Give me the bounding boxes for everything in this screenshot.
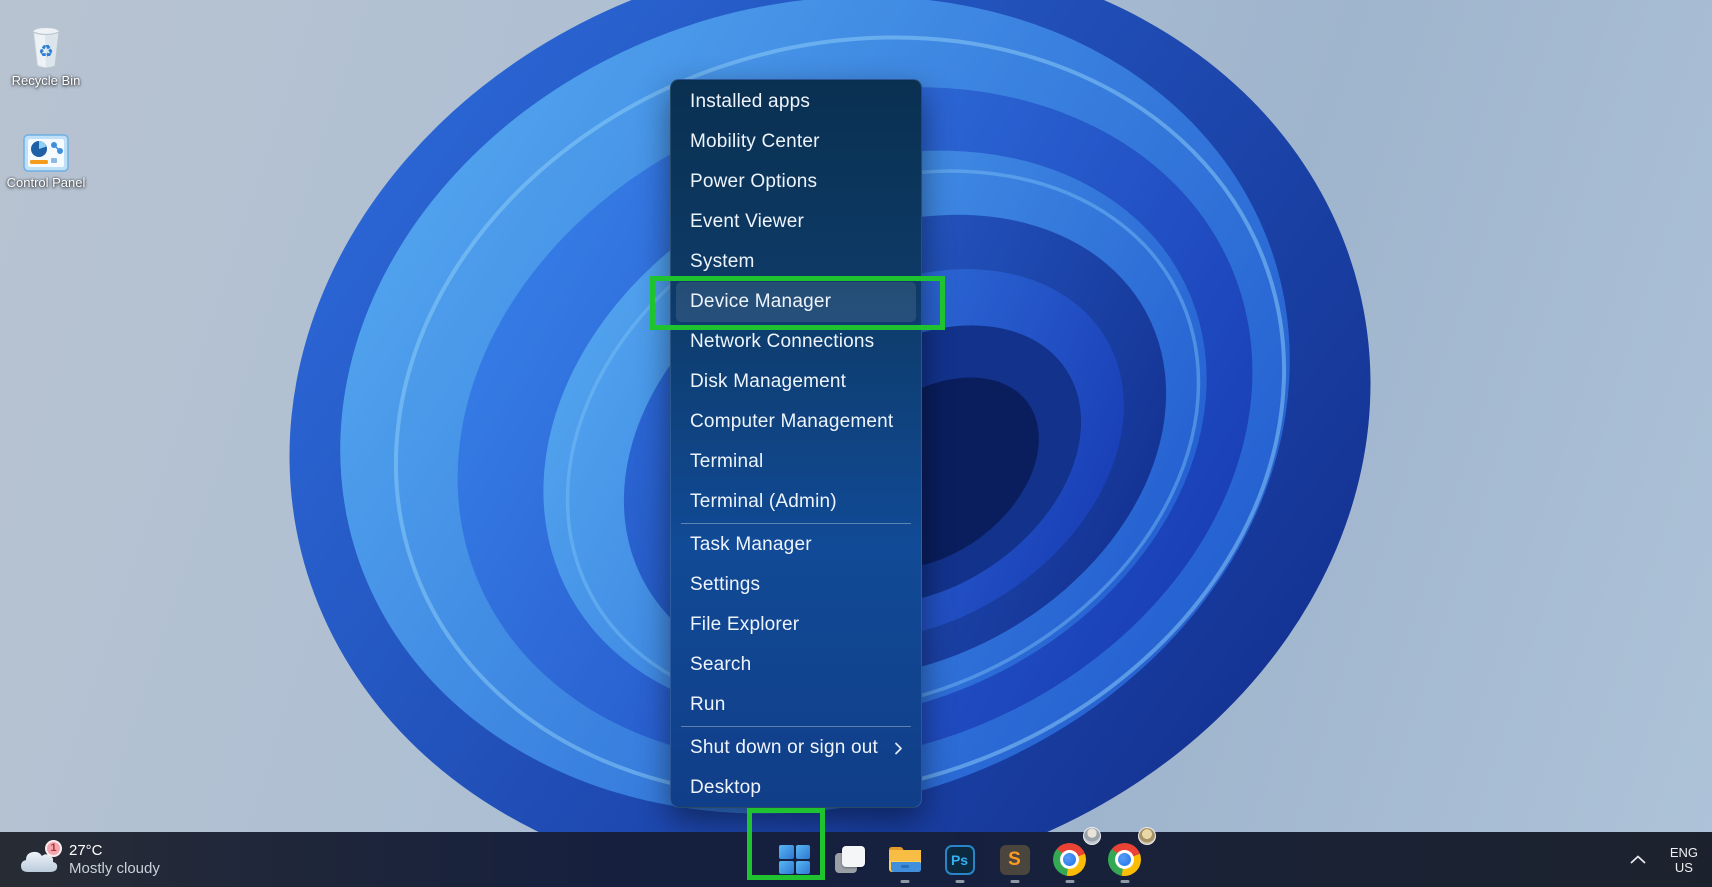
start-button[interactable] — [767, 832, 822, 887]
weather-widget[interactable]: 1 27°C Mostly cloudy — [10, 832, 168, 887]
menu-separator — [681, 726, 911, 727]
chrome-icon — [1053, 843, 1086, 876]
desktop-icon-recycle-bin[interactable]: ♻ Recycle Bin — [0, 24, 94, 88]
menu-item-disk-management[interactable]: Disk Management — [676, 362, 916, 402]
menu-item-terminal-admin[interactable]: Terminal (Admin) — [676, 482, 916, 522]
menu-item-terminal[interactable]: Terminal — [676, 442, 916, 482]
running-indicator — [900, 880, 909, 883]
menu-item-label: Shut down or sign out — [690, 737, 878, 758]
menu-item-mobility-center[interactable]: Mobility Center — [676, 122, 916, 162]
system-tray: ENG US — [1630, 832, 1712, 887]
language-switcher[interactable]: ENG US — [1670, 845, 1698, 875]
sublime-text-button[interactable]: S — [987, 832, 1042, 887]
taskbar: 1 27°C Mostly cloudy Ps S ENG US — [0, 827, 1712, 887]
running-indicator — [1065, 880, 1074, 883]
desktop-icon-control-panel[interactable]: Control Panel — [0, 134, 94, 190]
menu-item-device-manager[interactable]: Device Manager — [676, 282, 916, 322]
language-region: US — [1674, 859, 1693, 875]
weather-condition: Mostly cloudy — [69, 859, 160, 877]
menu-item-event-viewer[interactable]: Event Viewer — [676, 202, 916, 242]
chrome-profile-avatar — [1138, 827, 1156, 845]
recycle-bin-icon: ♻ — [32, 28, 60, 69]
menu-item-system[interactable]: System — [676, 242, 916, 282]
photoshop-button[interactable]: Ps — [932, 832, 987, 887]
svg-text:♻: ♻ — [38, 42, 53, 62]
task-view-icon — [834, 846, 865, 873]
menu-item-computer-management[interactable]: Computer Management — [676, 402, 916, 442]
language-code: ENG — [1669, 844, 1698, 860]
weather-cloud-icon: 1 — [18, 839, 62, 878]
weather-alert-badge: 1 — [45, 839, 62, 857]
sublime-text-icon: S — [999, 844, 1030, 875]
menu-separator — [681, 523, 911, 524]
task-view-button[interactable] — [822, 832, 877, 887]
menu-item-installed-apps[interactable]: Installed apps — [676, 82, 916, 122]
menu-item-shutdown-signout[interactable]: Shut down or sign out — [676, 728, 916, 768]
running-indicator — [1120, 880, 1129, 883]
menu-item-settings[interactable]: Settings — [676, 565, 916, 605]
menu-item-power-options[interactable]: Power Options — [676, 162, 916, 202]
menu-item-search[interactable]: Search — [676, 645, 916, 685]
submenu-chevron-icon — [895, 742, 902, 755]
desktop-icon-label: Control Panel — [6, 175, 86, 190]
weather-temperature: 27°C — [69, 841, 103, 859]
chrome-profile-avatar — [1083, 827, 1101, 845]
windows-logo-icon — [779, 845, 810, 874]
taskbar-app-icons: Ps S — [767, 827, 1156, 887]
menu-item-file-explorer[interactable]: File Explorer — [676, 605, 916, 645]
menu-item-run[interactable]: Run — [676, 685, 916, 725]
chrome-profile-2-button[interactable] — [1097, 827, 1156, 887]
menu-item-task-manager[interactable]: Task Manager — [676, 525, 916, 565]
running-indicator — [1010, 880, 1019, 883]
chrome-profile-1-button[interactable] — [1042, 827, 1101, 887]
tray-chevron-up-icon[interactable] — [1630, 855, 1646, 864]
file-explorer-button[interactable] — [877, 832, 932, 887]
photoshop-icon: Ps — [944, 844, 975, 875]
file-explorer-folder-icon — [888, 847, 921, 872]
chrome-icon — [1108, 843, 1141, 876]
control-panel-icon — [23, 134, 69, 172]
winx-menu: Installed apps Mobility Center Power Opt… — [670, 79, 922, 808]
running-indicator — [955, 880, 964, 883]
menu-item-network-connections[interactable]: Network Connections — [676, 322, 916, 362]
menu-item-desktop[interactable]: Desktop — [676, 768, 916, 808]
desktop-icon-label: Recycle Bin — [11, 73, 81, 88]
